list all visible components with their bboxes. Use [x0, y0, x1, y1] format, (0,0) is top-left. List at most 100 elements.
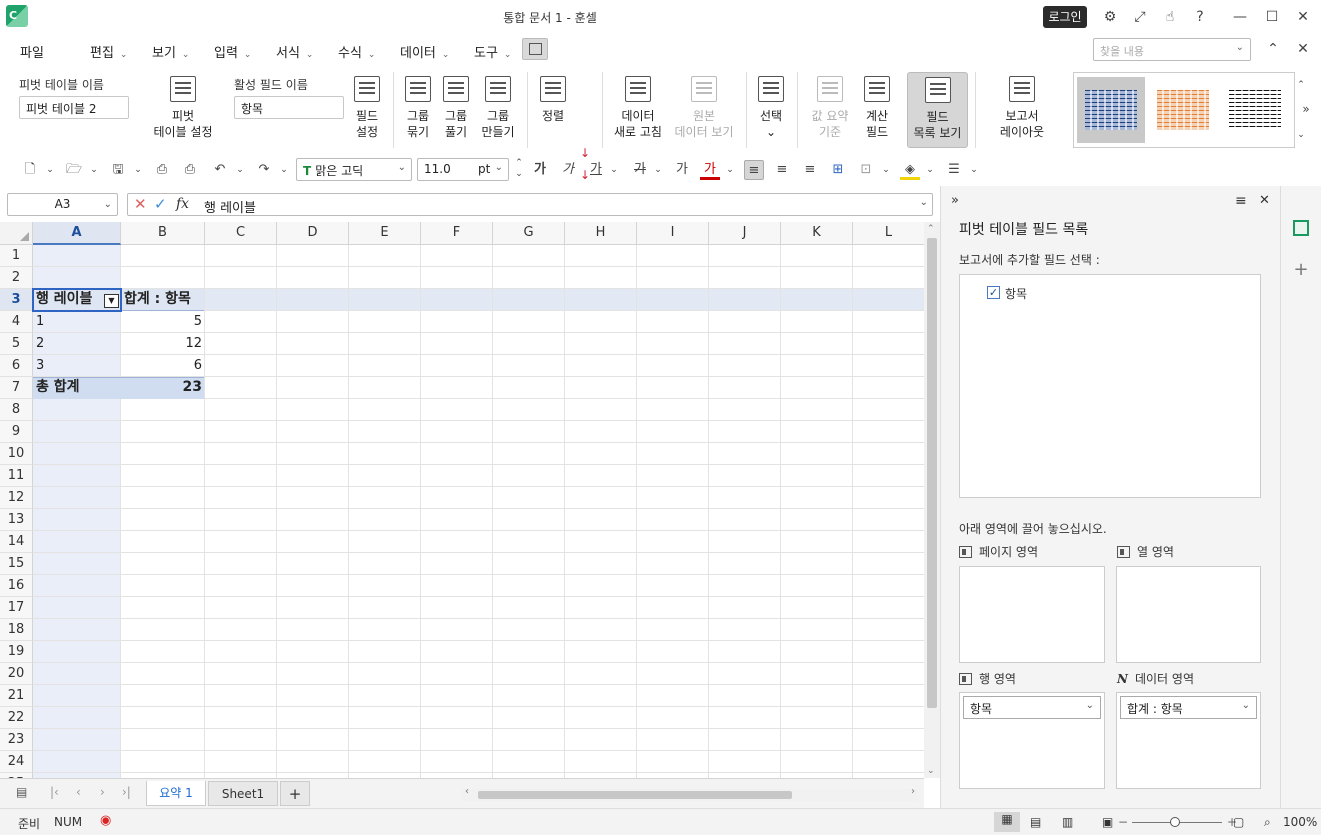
- print-icon[interactable]: ⎙: [152, 160, 172, 180]
- font-style-icon[interactable]: 가: [672, 160, 692, 180]
- sheet-list-icon[interactable]: ▤: [16, 785, 27, 799]
- expand-icon[interactable]: ⤢: [1129, 6, 1151, 28]
- field-name[interactable]: 항목: [1005, 285, 1027, 302]
- name-box[interactable]: A3 ⌄: [7, 193, 118, 216]
- scroll-up-icon[interactable]: ⌃: [927, 224, 935, 234]
- chevron-down-icon[interactable]: ⌄: [920, 197, 928, 208]
- column-header[interactable]: L: [853, 222, 924, 245]
- chevron-down-icon[interactable]: ⌄: [648, 160, 668, 180]
- row-header[interactable]: 13: [0, 509, 33, 531]
- font-size-input[interactable]: 11.0 pt ⌄: [417, 158, 509, 181]
- print-preview-icon[interactable]: ⎙: [180, 160, 200, 180]
- pivot-style-black[interactable]: [1221, 77, 1289, 143]
- select-all-corner[interactable]: [0, 222, 33, 245]
- pivot-context-tab[interactable]: [522, 38, 548, 60]
- summarize-by-button[interactable]: 값 요약 기준: [806, 76, 854, 140]
- menu-data[interactable]: 데이터 ⌄: [400, 42, 449, 61]
- column-header[interactable]: E: [349, 222, 421, 245]
- formula-content[interactable]: 행 레이블: [204, 197, 256, 216]
- page-layout-icon[interactable]: ▤: [1030, 815, 1041, 829]
- cancel-icon[interactable]: ✕: [134, 195, 147, 213]
- chevron-down-icon[interactable]: ⌄: [40, 160, 60, 180]
- menu-file[interactable]: 파일: [20, 42, 44, 61]
- open-folder-icon[interactable]: 🗁: [64, 160, 84, 180]
- row-header[interactable]: 8: [0, 399, 33, 421]
- ribbon-scroll-right-icon[interactable]: »: [1295, 98, 1317, 120]
- page-area-drop[interactable]: [959, 566, 1105, 663]
- chevron-down-icon[interactable]: ⌄: [128, 160, 148, 180]
- gear-icon[interactable]: ⚙: [1099, 6, 1121, 28]
- add-panel-icon[interactable]: +: [1293, 261, 1309, 279]
- prev-sheet-icon[interactable]: ‹: [76, 785, 81, 799]
- pivot-row-value[interactable]: 5: [121, 311, 205, 333]
- align-left-icon[interactable]: ≡: [744, 160, 764, 180]
- last-sheet-icon[interactable]: ›|: [122, 785, 131, 799]
- pivot-style-blue[interactable]: [1077, 77, 1145, 143]
- next-sheet-icon[interactable]: ›: [100, 785, 105, 799]
- search-input[interactable]: 찾을 내용 ⌄: [1093, 38, 1251, 61]
- zoom-out-icon[interactable]: −: [1118, 815, 1128, 829]
- pivot-settings-button[interactable]: 피벗 테이블 설정: [150, 76, 216, 140]
- group-button[interactable]: 그룹 묶기: [400, 76, 436, 140]
- pivot-row-label[interactable]: 3: [33, 355, 121, 377]
- column-header[interactable]: B: [121, 222, 205, 245]
- line-style-icon[interactable]: ☰: [944, 160, 964, 180]
- row-header[interactable]: 15: [0, 553, 33, 575]
- borders-icon[interactable]: ⊡: [856, 160, 876, 180]
- column-header[interactable]: C: [205, 222, 277, 245]
- data-area-drop[interactable]: 합계 : 항목 ⌄: [1116, 692, 1261, 789]
- row-header[interactable]: 14: [0, 531, 33, 553]
- row-header[interactable]: 19: [0, 641, 33, 663]
- zoom-page-icon[interactable]: ▢: [1233, 815, 1244, 829]
- scroll-right-icon[interactable]: ›: [911, 786, 915, 797]
- row-header[interactable]: 18: [0, 619, 33, 641]
- spreadsheet-grid[interactable]: ABCDEFGHIJKL 1 2 3 4 5 6 7 8 9 10 11 12 13 14 15 16 17 18…: [0, 222, 924, 778]
- field-settings-button[interactable]: 필드 설정: [349, 76, 385, 140]
- column-area-drop[interactable]: [1116, 566, 1261, 663]
- data-area-field[interactable]: 합계 : 항목 ⌄: [1120, 696, 1257, 719]
- column-header[interactable]: J: [709, 222, 781, 245]
- column-header[interactable]: D: [277, 222, 349, 245]
- row-header[interactable]: 24: [0, 751, 33, 773]
- refresh-data-button[interactable]: 데이터 새로 고침: [608, 76, 668, 140]
- chevron-down-icon[interactable]: ⌄: [230, 160, 250, 180]
- row-header[interactable]: 22: [0, 707, 33, 729]
- chevron-down-icon[interactable]: ⌄: [964, 160, 984, 180]
- pivot-grand-total-label[interactable]: 총 합계: [33, 377, 121, 399]
- zoom-search-icon[interactable]: ⌕: [1264, 815, 1271, 830]
- pivot-row-value[interactable]: 12: [121, 333, 205, 355]
- calculated-field-button[interactable]: 계산 필드: [859, 76, 895, 140]
- new-document-icon[interactable]: 🗋: [20, 160, 40, 180]
- row-area-field[interactable]: 항목 ⌄: [963, 696, 1101, 719]
- chevron-down-icon[interactable]: ⌄: [876, 160, 896, 180]
- make-group-button[interactable]: 그룹 만들기: [478, 76, 518, 140]
- function-icon[interactable]: fx: [176, 196, 189, 212]
- row-header[interactable]: 9: [0, 421, 33, 443]
- underline-icon[interactable]: 가: [586, 160, 606, 180]
- pivot-row-label[interactable]: 1: [33, 311, 121, 333]
- gallery-up-icon[interactable]: ⌃: [1290, 74, 1312, 96]
- source-data-button[interactable]: 원본 데이터 보기: [670, 76, 738, 140]
- row-header[interactable]: 4: [0, 311, 33, 333]
- field-list-button[interactable]: 필드 목록 보기: [907, 72, 968, 148]
- normal-view-icon[interactable]: ▦: [994, 812, 1020, 832]
- active-field-input[interactable]: 항목: [234, 96, 344, 119]
- chevron-down-icon[interactable]: ⌄: [604, 160, 624, 180]
- sort-button[interactable]: 정렬: [536, 76, 570, 124]
- panel-menu-icon[interactable]: ≡: [1235, 193, 1247, 209]
- font-size-stepper[interactable]: ⌃ ⌄: [509, 158, 529, 179]
- maximize-icon[interactable]: ☐: [1261, 6, 1283, 28]
- ungroup-button[interactable]: 그룹 풀기: [438, 76, 474, 140]
- row-header[interactable]: 6: [0, 355, 33, 377]
- add-sheet-button[interactable]: +: [280, 781, 310, 806]
- row-header[interactable]: 7: [0, 377, 33, 399]
- pivot-value-header[interactable]: 합계 : 항목: [121, 289, 205, 311]
- column-header[interactable]: I: [637, 222, 709, 245]
- zoom-slider-handle[interactable]: [1170, 817, 1180, 827]
- menu-formula[interactable]: 수식 ⌄: [338, 42, 375, 61]
- menu-tools[interactable]: 도구 ⌄: [474, 42, 511, 61]
- field-checkbox[interactable]: ✓: [987, 286, 1000, 299]
- fill-color-icon[interactable]: ◈: [900, 160, 920, 180]
- italic-icon[interactable]: 가: [558, 160, 578, 180]
- row-area-drop[interactable]: 항목 ⌄: [959, 692, 1105, 789]
